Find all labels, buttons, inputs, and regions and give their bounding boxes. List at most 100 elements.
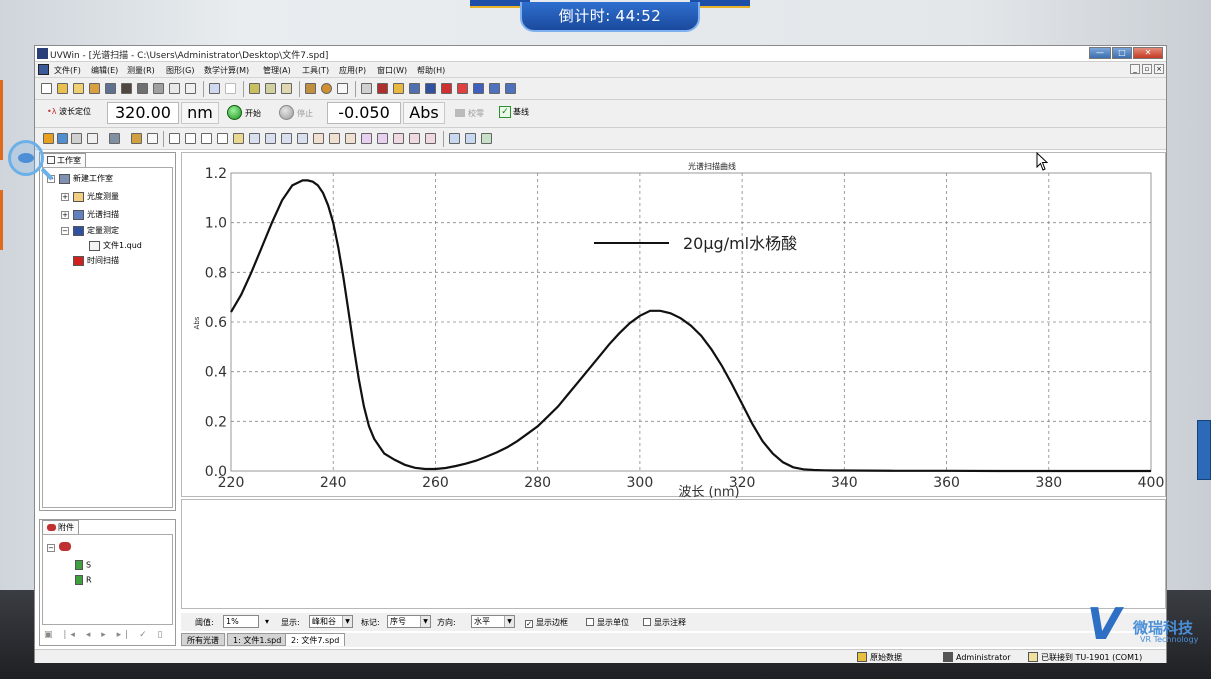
show-note-checkbox[interactable]: 显示注释 <box>643 617 686 628</box>
compare-icon[interactable] <box>425 133 436 144</box>
menu-file[interactable]: 文件(F) <box>54 65 81 76</box>
overlay-icon[interactable] <box>393 133 404 144</box>
tree-expand-icon[interactable]: + <box>61 193 69 201</box>
smooth-icon[interactable] <box>377 133 388 144</box>
tree-item-workspace[interactable]: 新建工作室 <box>59 173 113 184</box>
instrument-icon[interactable] <box>305 83 316 94</box>
table-icon[interactable] <box>71 133 82 144</box>
trend-icon[interactable] <box>409 133 420 144</box>
menu-math[interactable]: 数学计算(M) <box>204 65 249 76</box>
dna-tool-icon[interactable] <box>457 83 468 94</box>
photometry-tool-icon[interactable] <box>393 83 404 94</box>
tree-item-quantitative[interactable]: 定量测定 <box>73 225 119 236</box>
lamp-icon[interactable] <box>321 83 332 94</box>
valley-pick-icon[interactable] <box>249 133 260 144</box>
data-table-icon[interactable] <box>465 133 476 144</box>
prev-icon[interactable]: ◂ <box>86 630 95 640</box>
peak-pick-icon[interactable] <box>233 133 244 144</box>
direction-select[interactable]: 水平 ▼ <box>471 615 515 628</box>
settings-icon[interactable] <box>249 83 260 94</box>
delete-icon[interactable] <box>225 83 236 94</box>
spectrum-tool-icon[interactable] <box>409 83 420 94</box>
axis-icon[interactable] <box>265 133 276 144</box>
new-file-icon[interactable] <box>41 83 52 94</box>
menu-manage[interactable]: 管理(A) <box>263 65 291 76</box>
report-icon[interactable] <box>449 133 460 144</box>
menu-help[interactable]: 帮助(H) <box>417 65 445 76</box>
mdi-restore-button[interactable]: ▫ <box>1142 64 1152 74</box>
light-icon[interactable] <box>337 83 348 94</box>
check-icon[interactable]: ✓ <box>139 630 151 640</box>
open-folder-icon[interactable] <box>57 83 68 94</box>
attachment-item-s[interactable]: S <box>75 560 91 570</box>
attachment-item-r[interactable]: R <box>75 575 92 585</box>
zoom-in-icon[interactable] <box>185 133 196 144</box>
next-icon[interactable]: ▸ <box>101 630 110 640</box>
tree-collapse-icon[interactable]: − <box>61 227 69 235</box>
wavelength-goto-button[interactable]: •λ 波长定位 <box>47 106 91 117</box>
scale-icon[interactable] <box>313 133 324 144</box>
menu-window[interactable]: 窗口(W) <box>377 65 407 76</box>
spin-icon[interactable]: ▾ <box>265 617 269 626</box>
menu-tools[interactable]: 工具(T) <box>302 65 329 76</box>
zoom-out-icon[interactable] <box>201 133 212 144</box>
spectrum-chart[interactable]: 光谱扫描曲线 220 240 260 280 300 320 340 360 380 400 0.0… <box>181 152 1166 498</box>
derivative-icon[interactable] <box>361 133 372 144</box>
last-icon[interactable]: ▸| <box>117 630 133 640</box>
threshold-input[interactable]: 1% <box>223 615 259 628</box>
save-icon[interactable] <box>105 83 116 94</box>
minimize-button[interactable]: — <box>1089 47 1111 59</box>
x-axis-icon[interactable] <box>281 133 292 144</box>
curve-color-icon[interactable] <box>43 133 54 144</box>
pointer-icon[interactable] <box>361 83 372 94</box>
parameters-icon[interactable] <box>265 83 276 94</box>
mark-select[interactable]: 序号 ▼ <box>387 615 431 628</box>
vertical-arrows-icon[interactable] <box>345 133 356 144</box>
menu-measure[interactable]: 测量(R) <box>127 65 155 76</box>
magnifier-tool[interactable] <box>8 140 44 176</box>
side-panel-handle[interactable] <box>1197 420 1211 480</box>
lock-icon[interactable]: ▣ <box>44 630 57 640</box>
open-workspace-icon[interactable] <box>89 83 100 94</box>
tile-windows-icon[interactable] <box>505 83 516 94</box>
quantitative-tool-icon[interactable] <box>425 83 436 94</box>
cursor-icon[interactable] <box>169 133 180 144</box>
tree-item-photometry[interactable]: 光度测量 <box>73 191 119 202</box>
pen-icon[interactable] <box>217 133 228 144</box>
mdi-minimize-button[interactable]: _ <box>1130 64 1140 74</box>
tab-file7-spd[interactable]: 2: 文件7.spd <box>285 633 346 646</box>
first-icon[interactable]: |◂ <box>63 630 79 640</box>
autoscale-icon[interactable] <box>329 133 340 144</box>
maximize-button[interactable]: □ <box>1112 47 1132 59</box>
close-button[interactable]: ✕ <box>1133 47 1163 59</box>
y-axis-icon[interactable] <box>297 133 308 144</box>
folder-icon[interactable] <box>73 83 84 94</box>
copy-icon[interactable] <box>209 83 220 94</box>
menu-apply[interactable]: 应用(P) <box>339 65 366 76</box>
method-icon[interactable] <box>281 83 292 94</box>
attachments-tab[interactable]: 附件 <box>42 520 79 534</box>
document-icon[interactable] <box>38 64 49 75</box>
multi-wavelength-icon[interactable] <box>473 83 484 94</box>
export-icon[interactable] <box>137 83 148 94</box>
print-preview-icon[interactable] <box>169 83 180 94</box>
mdi-close-button[interactable]: × <box>1154 64 1164 74</box>
show-border-checkbox[interactable]: ✓ 显示边框 <box>525 617 568 628</box>
fill-icon[interactable] <box>131 133 142 144</box>
display-select[interactable]: 峰和谷 ▼ <box>309 615 353 628</box>
time-scan-tool-icon[interactable] <box>441 83 452 94</box>
page-icon[interactable]: ▯ <box>158 630 167 640</box>
zero-calibrate-button[interactable]: 校零 <box>455 108 484 119</box>
baseline-button[interactable]: ✓ 基线 <box>499 106 529 118</box>
workspace-tab[interactable]: 工作室 <box>42 153 86 167</box>
window-layout-icon[interactable] <box>489 83 500 94</box>
line-style-icon[interactable] <box>57 133 68 144</box>
save-all-icon[interactable] <box>121 83 132 94</box>
measure-tool-icon[interactable] <box>377 83 388 94</box>
tree-expand-icon[interactable]: + <box>61 211 69 219</box>
page-setup-icon[interactable] <box>185 83 196 94</box>
grid-icon[interactable] <box>147 133 158 144</box>
tree-item-time-scan[interactable]: 时间扫描 <box>73 255 119 266</box>
menu-graph[interactable]: 图形(G) <box>166 65 194 76</box>
tree-item-file1-qud[interactable]: 文件1.qud <box>89 240 142 251</box>
